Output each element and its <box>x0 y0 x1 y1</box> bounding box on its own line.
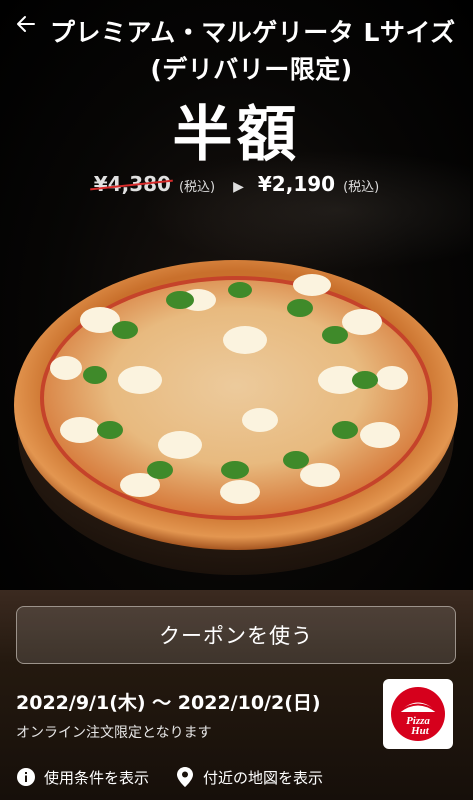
back-button[interactable] <box>8 8 44 44</box>
show-nearby-map-label: 付近の地図を表示 <box>203 768 324 787</box>
show-nearby-map-link[interactable]: 付近の地図を表示 <box>175 767 323 788</box>
info-icon <box>16 767 36 787</box>
original-price: ¥4,380 <box>93 172 171 196</box>
back-arrow-icon <box>16 14 36 38</box>
footer-links: 使用条件を表示 付近の地図を表示 <box>16 765 323 789</box>
page-title: プレミアム・マルゲリータ Lサイズ (デリバリー限定) <box>50 14 456 88</box>
title-line-1: プレミアム・マルゲリータ Lサイズ <box>50 18 456 47</box>
price-arrow-icon: ▶ <box>233 179 244 195</box>
map-pin-icon <box>175 767 195 787</box>
price-row: ¥4,380 (税込) ▶ ¥2,190 (税込) <box>0 172 473 202</box>
use-coupon-button[interactable]: クーポンを使う <box>16 606 456 664</box>
original-tax-label: (税込) <box>178 180 216 195</box>
promo-headline: 半額 <box>172 100 301 170</box>
show-terms-link[interactable]: 使用条件を表示 <box>16 767 149 788</box>
pizza-hut-logo: Pizza Hut <box>383 679 453 749</box>
title-line-2: (デリバリー限定) <box>150 55 353 84</box>
sale-price: ¥2,190 <box>257 172 336 196</box>
validity-period: 2022/9/1(木) 〜 2022/10/2(日) <box>16 692 321 714</box>
show-terms-label: 使用条件を表示 <box>44 768 150 787</box>
sale-tax-label: (税込) <box>343 180 380 195</box>
online-only-note: オンライン注文限定となります <box>16 725 212 741</box>
hero-image-area: プレミアム・マルゲリータ Lサイズ (デリバリー限定) 半額 ¥4,380 (税… <box>0 0 473 600</box>
svg-text:Hut: Hut <box>410 725 430 737</box>
pizza-image <box>0 230 473 600</box>
